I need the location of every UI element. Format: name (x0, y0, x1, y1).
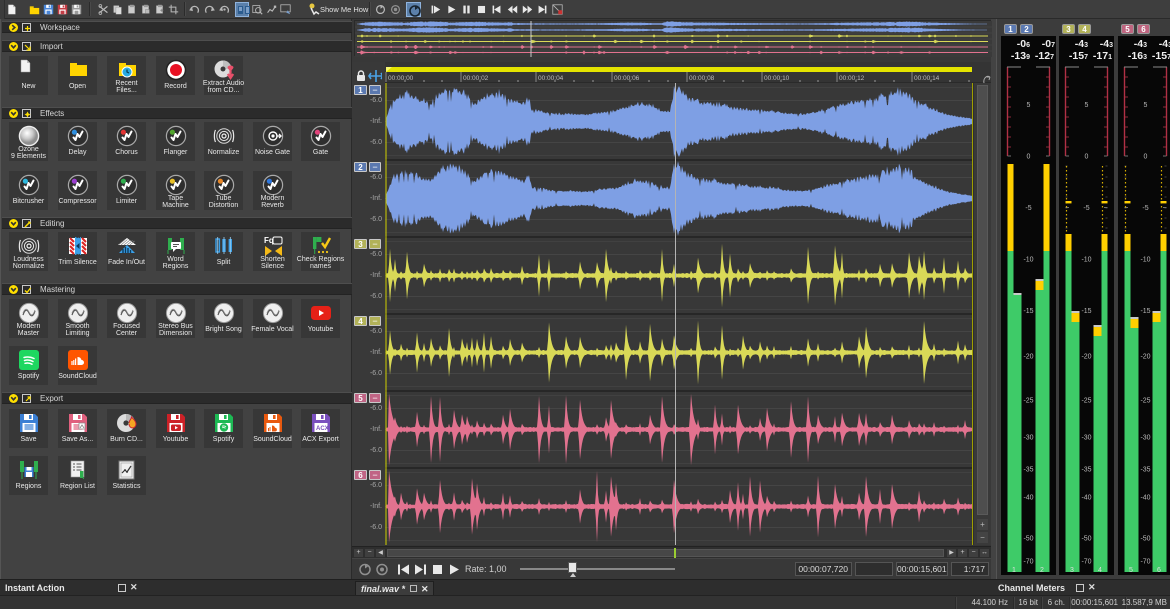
svg-text:-5: -5 (1083, 205, 1089, 212)
svg-text:-30: -30 (1140, 435, 1150, 442)
svg-text:-50: -50 (1023, 536, 1033, 543)
svg-text:-30: -30 (1023, 435, 1033, 442)
svg-text:-40: -40 (1081, 495, 1091, 502)
svg-text:4: 4 (1098, 567, 1102, 574)
svg-text:6: 6 (1157, 567, 1161, 574)
svg-text:00:00:14: 00:00:14 (914, 75, 940, 82)
svg-text:-20: -20 (1023, 354, 1033, 361)
svg-text:0: 0 (1085, 154, 1089, 161)
svg-text:-50: -50 (1140, 536, 1150, 543)
svg-text:-70: -70 (1023, 559, 1033, 566)
svg-text:0: 0 (1144, 154, 1148, 161)
svg-text:5: 5 (1129, 567, 1133, 574)
svg-text:0: 0 (1027, 154, 1031, 161)
svg-text:-10: -10 (1081, 257, 1091, 264)
svg-text:00:00:12: 00:00:12 (839, 75, 865, 82)
svg-text:-15: -15 (1023, 308, 1033, 315)
svg-text:-10: -10 (1140, 257, 1150, 264)
svg-text:3: 3 (1070, 567, 1074, 574)
svg-text:-25: -25 (1140, 398, 1150, 405)
svg-text:00:00:08: 00:00:08 (689, 75, 715, 82)
svg-text:5: 5 (1027, 102, 1031, 109)
svg-text:1: 1 (1012, 567, 1016, 574)
svg-text:2: 2 (1040, 567, 1044, 574)
svg-text:-35: -35 (1081, 467, 1091, 474)
svg-text:-15: -15 (1081, 308, 1091, 315)
svg-text:-35: -35 (1023, 467, 1033, 474)
svg-text:-10: -10 (1023, 257, 1033, 264)
svg-text:-20: -20 (1081, 354, 1091, 361)
svg-text:00:00:04: 00:00:04 (538, 75, 564, 82)
svg-text:-20: -20 (1140, 354, 1150, 361)
svg-text:00:00:00: 00:00:00 (388, 75, 414, 82)
svg-text:-70: -70 (1140, 559, 1150, 566)
svg-text:ACX: ACX (316, 426, 329, 432)
svg-text:-15: -15 (1140, 308, 1150, 315)
svg-text:-5: -5 (1142, 205, 1148, 212)
svg-text:-35: -35 (1140, 467, 1150, 474)
svg-text:-5: -5 (1025, 205, 1031, 212)
svg-text:-40: -40 (1140, 495, 1150, 502)
svg-text:-25: -25 (1023, 398, 1033, 405)
svg-text:00:00:02: 00:00:02 (463, 75, 489, 82)
svg-text:Fq: Fq (264, 236, 274, 245)
svg-text:00:00:06: 00:00:06 (614, 75, 640, 82)
svg-text:5: 5 (1085, 102, 1089, 109)
svg-text:-50: -50 (1081, 536, 1091, 543)
svg-text:-30: -30 (1081, 435, 1091, 442)
svg-text:-40: -40 (1023, 495, 1033, 502)
svg-text:00:00:10: 00:00:10 (764, 75, 790, 82)
svg-text:5: 5 (1144, 102, 1148, 109)
svg-text:-70: -70 (1081, 559, 1091, 566)
svg-text:-25: -25 (1081, 398, 1091, 405)
